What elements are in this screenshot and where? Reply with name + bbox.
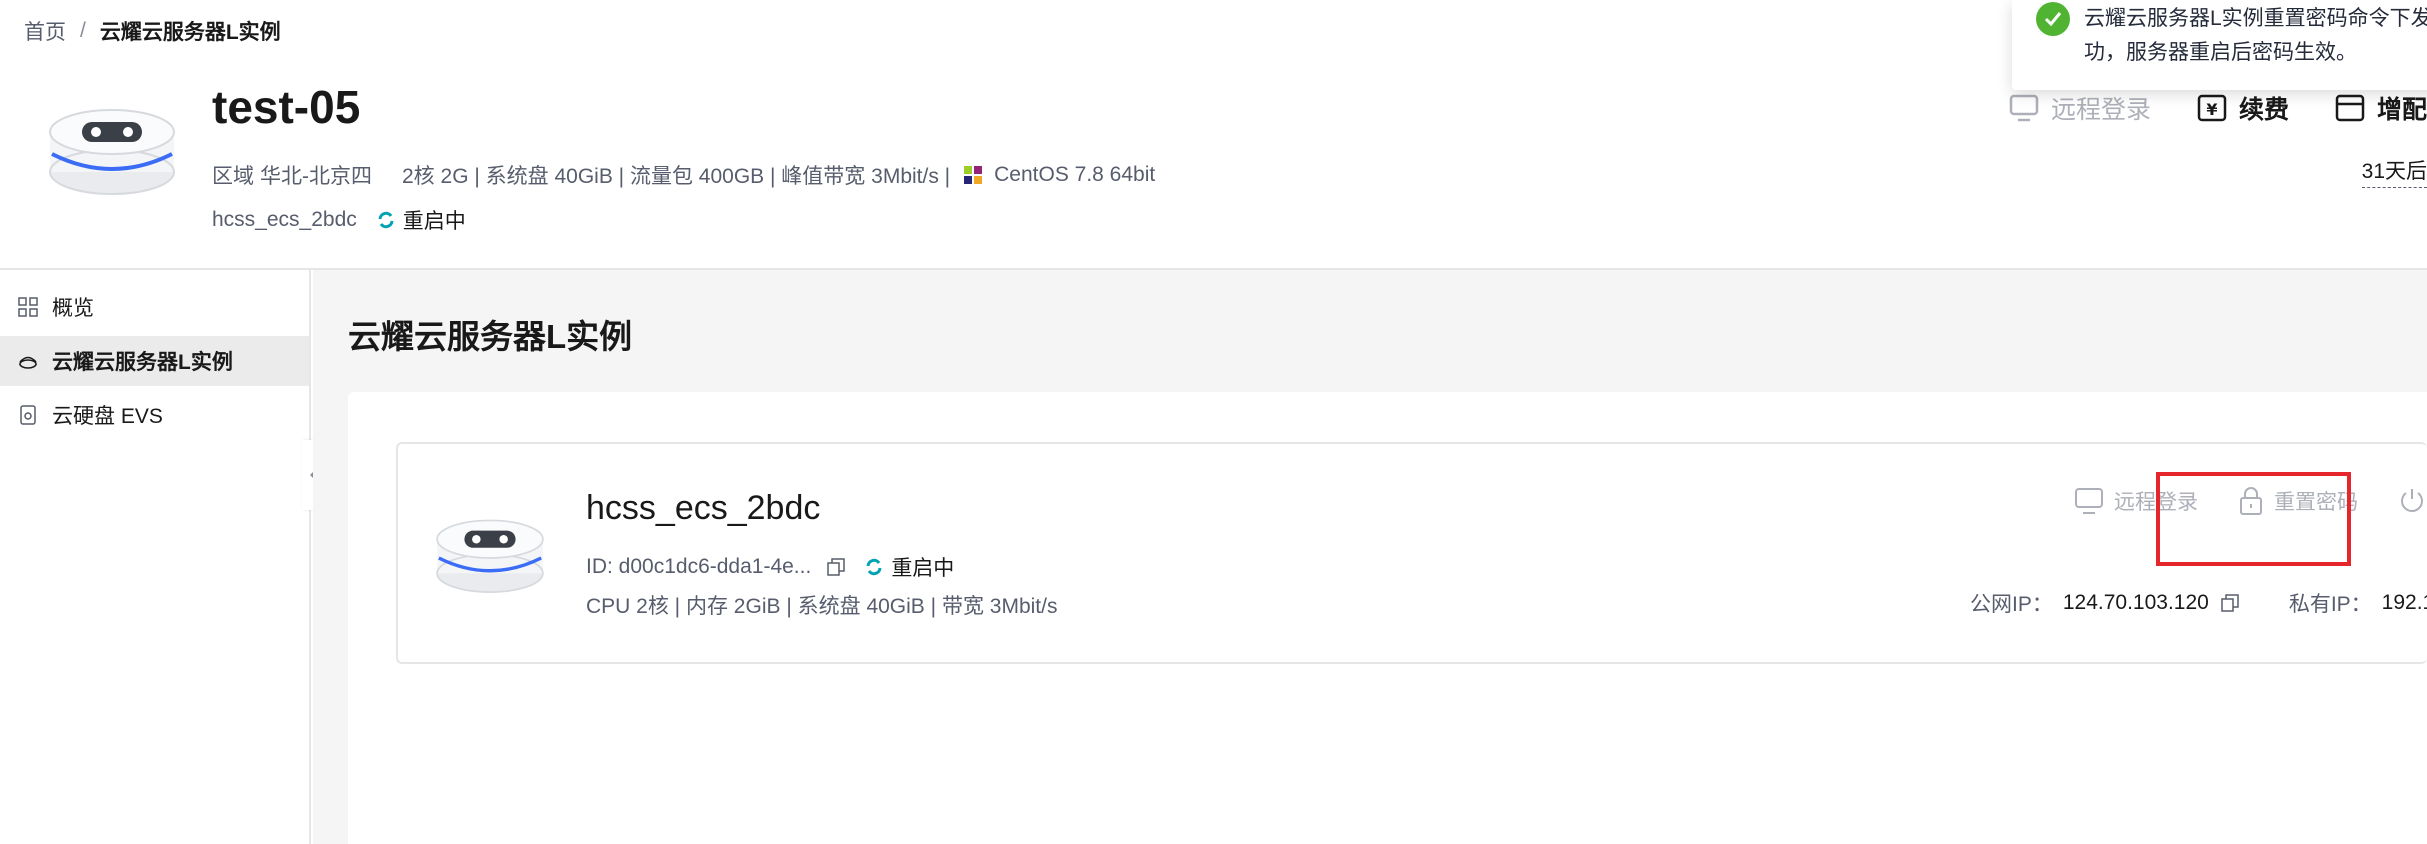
monitor-icon [2075, 488, 2103, 514]
main-content: 云耀云服务器L实例 hcss_ecs_2bdc ID: d00c1dc6-dda… [313, 270, 2427, 844]
status-text: 重启中 [891, 557, 955, 580]
header-actions: 远程登录 ¥ 续费 增配 [2009, 90, 2427, 126]
sidebar-item-label: 云硬盘 EVS [52, 405, 163, 428]
renew-label: 续费 [2238, 96, 2289, 124]
shutdown-button[interactable]: 关机 [2398, 486, 2427, 516]
private-ip-label: 私有IP： [2288, 593, 2372, 616]
instance-config: CPU 2核 | 内存 2GiB | 系统盘 40GiB | 带宽 3Mbit/… [586, 595, 1058, 618]
instance-id: ID: d00c1dc6-dda1-4e... [586, 555, 812, 578]
upgrade-label: 增配 [2376, 96, 2427, 124]
host-row: hcss_ecs_2bdc 重启中 [212, 205, 466, 235]
sidebar-item-evs[interactable]: 云硬盘 EVS [0, 390, 309, 440]
copy-icon[interactable] [2221, 594, 2239, 612]
success-toast: 云耀云服务器L实例重置密码命令下发成功，服务器重启后密码生效。 [2012, 0, 2427, 90]
sidebar-item-instances[interactable]: 云耀云服务器L实例 [0, 336, 309, 386]
svg-text:¥: ¥ [2206, 100, 2217, 119]
upgrade-button[interactable]: 增配 [2335, 90, 2427, 126]
disk-icon [20, 405, 36, 425]
instance-card: hcss_ecs_2bdc ID: d00c1dc6-dda1-4e... 重启… [396, 442, 2427, 664]
renew-button[interactable]: ¥ 续费 [2197, 90, 2289, 126]
status-badge: 重启中 [377, 205, 466, 235]
restarting-icon [866, 558, 882, 576]
instance-panel: hcss_ecs_2bdc ID: d00c1dc6-dda1-4e... 重启… [348, 392, 2427, 844]
public-ip-value: 124.70.103.120 [2062, 591, 2209, 614]
sidebar-item-label: 云耀云服务器L实例 [52, 351, 233, 374]
sidebar: 概览 云耀云服务器L实例 云硬盘 EVS [0, 270, 311, 844]
instance-id-row: ID: d00c1dc6-dda1-4e... 重启中 [586, 552, 954, 582]
centos-icon [964, 166, 983, 184]
power-icon [2401, 489, 2423, 512]
status-badge: 重启中 [865, 552, 954, 582]
restarting-icon [378, 211, 394, 229]
instance-name[interactable]: hcss_ecs_2bdc [586, 489, 820, 528]
remote-login-label: 远程登录 [2050, 96, 2151, 124]
instance-specs: 区域 华北-北京四 2核 2G | 系统盘 40GiB | 流量包 400GB … [212, 160, 1155, 190]
monitor-icon [2009, 94, 2039, 122]
grid-icon [18, 297, 38, 317]
instance-title: test-05 [212, 81, 361, 133]
remote-login-button[interactable]: 远程登录 [2009, 90, 2151, 126]
check-circle-icon [2036, 2, 2070, 36]
renew-icon: ¥ [2197, 94, 2227, 122]
server-image-icon [436, 519, 544, 593]
breadcrumb: 首页 / 云耀云服务器L实例 [24, 16, 281, 46]
status-text: 重启中 [402, 210, 466, 233]
toast-message: 云耀云服务器L实例重置密码命令下发成功，服务器重启后密码生效。 [2084, 7, 2427, 64]
private-ip-value: 192.168.0.234 [2381, 591, 2427, 614]
region-value: 华北-北京四 [260, 165, 372, 188]
sidebar-item-overview[interactable]: 概览 [0, 282, 309, 332]
upgrade-icon [2335, 94, 2365, 122]
copy-icon[interactable] [827, 558, 846, 576]
sidebar-item-label: 概览 [52, 297, 94, 320]
region-label: 区域 [212, 165, 254, 188]
server-image-icon [49, 109, 175, 195]
ip-row: 公网IP： 124.70.103.120 私有IP： 192.168.0.234 [1970, 588, 2427, 618]
breadcrumb-current: 云耀云服务器L实例 [99, 21, 281, 44]
os-name: CentOS 7.8 64bit [994, 163, 1156, 186]
public-ip-label: 公网IP： [1970, 593, 2053, 616]
page-title: 云耀云服务器L实例 [348, 318, 633, 355]
cloud-server-icon [19, 356, 37, 369]
renew-hint[interactable]: 31天后 [2361, 155, 2427, 188]
breadcrumb-home[interactable]: 首页 [24, 16, 66, 46]
reset-password-highlight [2156, 472, 2351, 566]
breadcrumb-separator: / [80, 19, 86, 42]
hostname: hcss_ecs_2bdc [212, 208, 357, 231]
spec-summary: 2核 2G | 系统盘 40GiB | 流量包 400GB | 峰值带宽 3Mb… [402, 165, 951, 188]
